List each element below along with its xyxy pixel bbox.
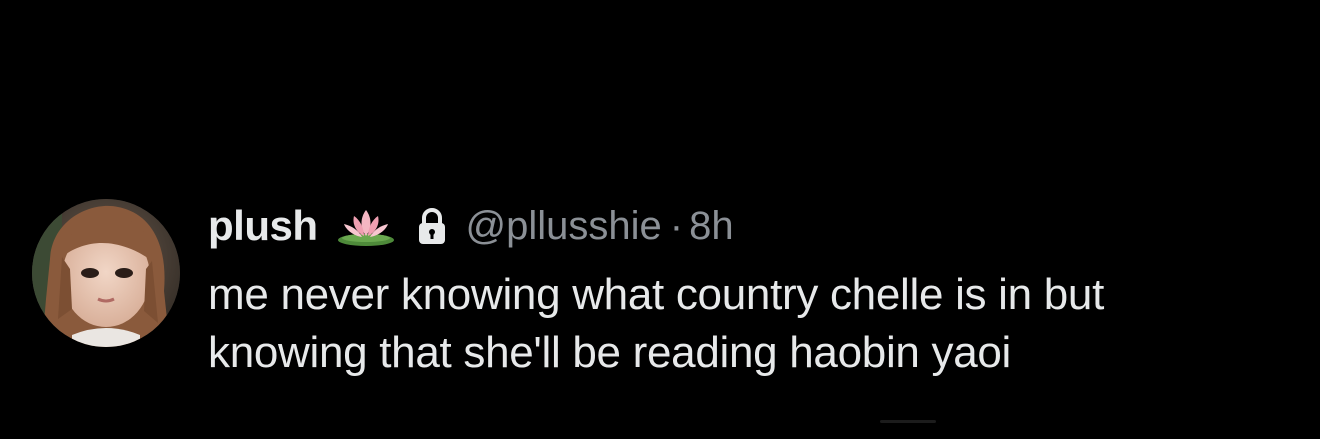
- separator-dot: ·: [669, 203, 684, 248]
- display-name[interactable]: plush: [208, 202, 318, 250]
- timestamp[interactable]: 8h: [689, 204, 734, 249]
- tweet: plush @pllusshie · 8h me never knowing w…: [0, 0, 1320, 439]
- username-handle[interactable]: @pllusshie: [466, 204, 662, 249]
- tweet-header: plush @pllusshie · 8h: [208, 198, 734, 254]
- avatar-photo: [32, 199, 180, 347]
- lotus-emoji-icon: [337, 210, 394, 246]
- scroll-indicator: [880, 420, 936, 423]
- tweet-text-line: me never knowing what country chelle is …: [208, 270, 1104, 319]
- avatar[interactable]: [32, 199, 180, 347]
- tweet-text: me never knowing what country chelle is …: [208, 266, 1308, 382]
- lock-icon: [418, 208, 445, 244]
- tweet-text-line: knowing that she'll be reading haobin ya…: [208, 328, 1012, 377]
